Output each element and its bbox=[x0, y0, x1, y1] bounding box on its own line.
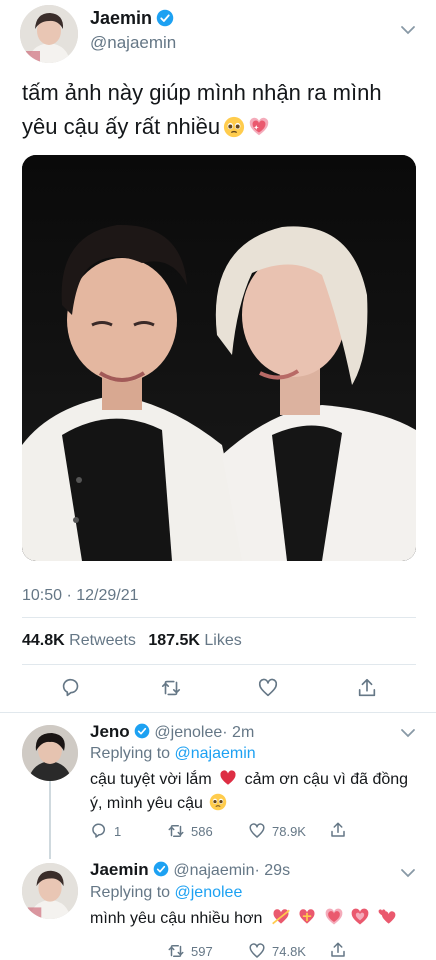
share-icon[interactable] bbox=[356, 677, 378, 699]
growing-heart-emoji-icon bbox=[351, 908, 369, 925]
red-heart-emoji-icon bbox=[220, 770, 236, 785]
reply-author-handle[interactable]: @najaemin bbox=[173, 862, 254, 879]
replying-to-link[interactable]: @jenolee bbox=[175, 884, 243, 901]
tweet-text: tấm ảnh này giúp mình nhận ra mình yêu c… bbox=[22, 76, 422, 144]
share-icon[interactable] bbox=[329, 821, 347, 839]
share-icon[interactable] bbox=[329, 941, 347, 959]
like-action[interactable]: 78.9K bbox=[248, 822, 306, 840]
pleading-face-emoji-icon bbox=[224, 116, 245, 138]
verified-badge-icon bbox=[153, 861, 168, 877]
thread-connector bbox=[49, 781, 51, 859]
retweet-icon bbox=[168, 945, 184, 957]
divider bbox=[22, 617, 416, 618]
tweet-photo-image bbox=[22, 155, 416, 561]
reply-author-handle[interactable]: @jenolee bbox=[154, 724, 222, 741]
reply-time[interactable]: · 29s bbox=[255, 862, 291, 879]
reply-author-name[interactable]: Jaemin @najaemin· 29s bbox=[90, 860, 290, 880]
avatar-jeno[interactable] bbox=[22, 725, 78, 781]
tweet-text-body: tấm ảnh này giúp mình nhận ra mình yêu c… bbox=[22, 80, 382, 139]
reply-icon[interactable] bbox=[60, 677, 82, 699]
heart-with-arrow-emoji-icon bbox=[271, 909, 290, 925]
like-icon[interactable] bbox=[257, 677, 279, 699]
verified-badge-icon bbox=[156, 9, 174, 27]
revolving-hearts-emoji-icon bbox=[378, 909, 396, 924]
like-icon bbox=[249, 823, 265, 838]
author-name[interactable]: Jaemin bbox=[90, 8, 174, 29]
tweet-stats: 44.8K Retweets 187.5K Likes bbox=[22, 632, 242, 650]
chevron-down-icon[interactable] bbox=[400, 25, 416, 35]
retweets-stat[interactable]: 44.8K Retweets bbox=[22, 632, 136, 649]
reply-action[interactable]: 1 bbox=[90, 822, 121, 840]
reply-text: cậu tuyệt vời lắm cảm ơn cậu vì đã đồng … bbox=[90, 768, 420, 816]
reply-text-part: cậu tuyệt vời lắm bbox=[90, 771, 212, 788]
replying-to-link[interactable]: @najaemin bbox=[175, 745, 256, 762]
verified-badge-icon bbox=[134, 723, 150, 739]
chevron-down-icon[interactable] bbox=[400, 868, 416, 878]
avatar-jaemin[interactable] bbox=[22, 863, 78, 919]
divider bbox=[22, 664, 416, 665]
avatar-jaemin[interactable] bbox=[20, 5, 78, 63]
reply-text: mình yêu cậu nhiều hơn bbox=[90, 907, 430, 931]
tweet-photo[interactable] bbox=[22, 155, 416, 561]
likes-stat[interactable]: 187.5K Likes bbox=[148, 632, 241, 649]
tweet-timestamp[interactable]: 10:50 · 12/29/21 bbox=[22, 587, 139, 605]
author-handle[interactable]: @najaemin bbox=[90, 33, 176, 53]
like-action[interactable]: 74.8K bbox=[248, 942, 306, 960]
divider bbox=[0, 712, 436, 713]
retweet-icon bbox=[168, 825, 184, 837]
chevron-down-icon[interactable] bbox=[400, 728, 416, 738]
heart-with-ribbon-emoji-icon bbox=[299, 909, 315, 924]
reply-text-part: mình yêu cậu nhiều hơn bbox=[90, 910, 263, 927]
sparkling-heart-emoji-icon bbox=[249, 117, 269, 136]
reply-icon bbox=[92, 823, 106, 838]
retweet-icon[interactable] bbox=[160, 677, 182, 699]
sparkling-heart-emoji-icon bbox=[325, 908, 343, 925]
reply-author-name[interactable]: Jeno @jenolee· 2m bbox=[90, 722, 254, 742]
retweet-action[interactable]: 597 bbox=[167, 942, 213, 960]
replying-to: Replying to @jenolee bbox=[90, 884, 243, 901]
pleading-face-emoji-icon bbox=[210, 793, 227, 811]
reply-time[interactable]: · 2m bbox=[222, 724, 254, 741]
replying-to: Replying to @najaemin bbox=[90, 745, 256, 762]
like-icon bbox=[249, 943, 265, 958]
retweet-action[interactable]: 586 bbox=[167, 822, 213, 840]
